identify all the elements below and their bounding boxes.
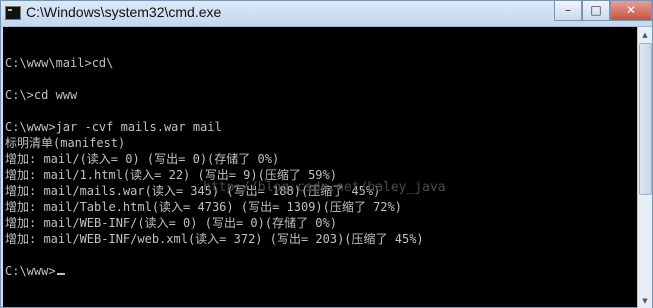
scroll-down-icon[interactable]: ▼ <box>638 293 652 308</box>
scroll-up-icon[interactable]: ▲ <box>638 27 652 43</box>
scrollbar-thumb[interactable] <box>639 43 652 195</box>
console-line: 增加: mail/mails.war(读入= 345) (写出= 188)(压缩… <box>5 184 381 198</box>
console-line: C:\>cd www <box>5 88 78 102</box>
cmd-window: C:\Windows\system32\cmd.exe – □ ✕ C:\www… <box>0 0 653 308</box>
console-lines: C:\www\mail>cd\ C:\>cd www C:\www>jar -c… <box>5 39 424 279</box>
console-line: 标明清单(manifest) <box>5 136 126 150</box>
title-bar[interactable]: C:\Windows\system32\cmd.exe – □ ✕ <box>1 1 652 27</box>
text-cursor <box>56 273 65 275</box>
prompt-line[interactable]: C:\www> <box>5 263 424 279</box>
console-line: C:\www>jar -cvf mails.war mail <box>5 120 222 134</box>
prompt-text: C:\www> <box>5 264 56 278</box>
vertical-scrollbar[interactable]: ▲ ▼ <box>637 27 652 308</box>
cmd-app-icon[interactable] <box>5 6 21 20</box>
console-line: 增加: mail/(读入= 0) (写出= 0)(存储了 0%) <box>5 152 280 166</box>
minimize-button[interactable]: – <box>554 1 582 21</box>
console-line: 增加: mail/1.html(读入= 22) (写出= 9)(压缩了 59%) <box>5 168 337 182</box>
close-button[interactable]: ✕ <box>610 1 652 21</box>
maximize-button[interactable]: □ <box>582 1 610 21</box>
window-title: C:\Windows\system32\cmd.exe <box>26 4 222 20</box>
console-line: C:\www\mail>cd\ <box>5 56 114 70</box>
console-line: 增加: mail/WEB-INF/web.xml(读入= 372) (写出= 2… <box>5 232 424 246</box>
console-line: 增加: mail/Table.html(读入= 4736) (写出= 1309)… <box>5 200 402 214</box>
console-line: 增加: mail/WEB-INF/(读入= 0) (写出= 0)(存储了 0%) <box>5 216 337 230</box>
console-output[interactable]: C:\www\mail>cd\ C:\>cd www C:\www>jar -c… <box>3 27 638 307</box>
window-controls: – □ ✕ <box>554 1 652 23</box>
